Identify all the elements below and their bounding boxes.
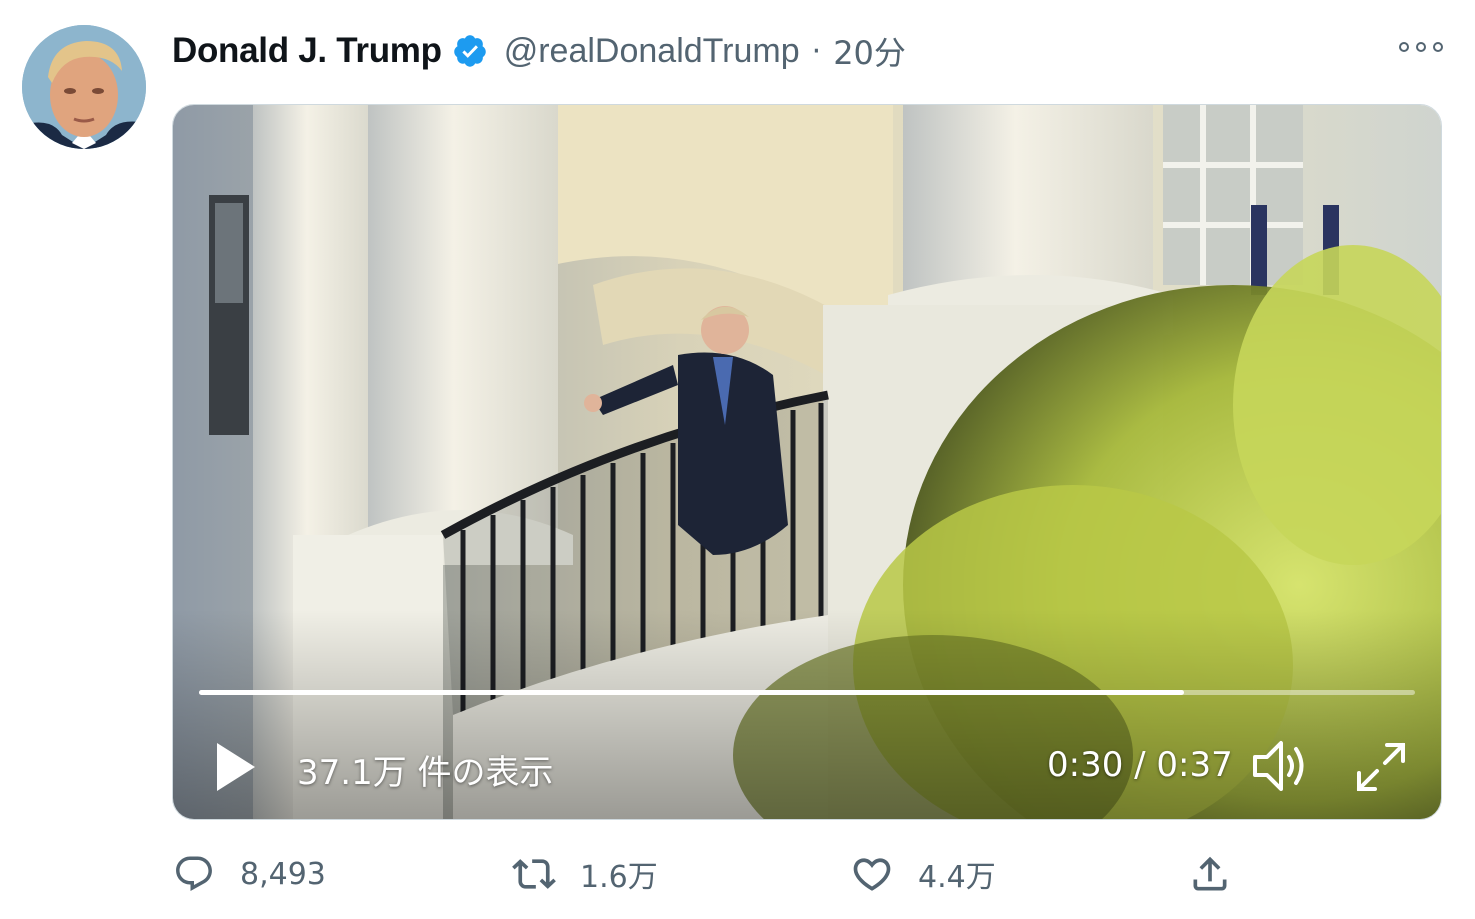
tweet-header: Donald J. Trump @realDonaldTrump · 20分 <box>172 28 906 74</box>
tweet-timestamp[interactable]: 20分 <box>833 28 906 74</box>
play-icon[interactable] <box>213 739 259 795</box>
video-progress-bar[interactable] <box>199 690 1415 695</box>
fullscreen-icon[interactable] <box>1353 739 1409 795</box>
share-button[interactable] <box>1188 846 1232 902</box>
share-icon <box>1188 852 1232 896</box>
reply-button[interactable]: 8,493 <box>172 846 326 902</box>
author-handle[interactable]: @realDonaldTrump <box>504 32 800 71</box>
video-time: 0:30 / 0:37 <box>1047 745 1233 785</box>
avatar-image <box>22 25 146 149</box>
like-count: 4.4万 <box>918 860 996 895</box>
like-button[interactable]: 4.4万 <box>850 846 996 902</box>
volume-icon[interactable] <box>1251 737 1313 795</box>
like-icon <box>850 852 894 896</box>
reply-icon <box>172 852 216 896</box>
video-player[interactable]: 37.1万 件の表示 0:30 / 0:37 <box>172 104 1442 820</box>
retweet-icon <box>512 852 556 896</box>
separator-dot: · <box>811 33 822 69</box>
reply-count: 8,493 <box>240 856 326 892</box>
more-icon[interactable] <box>1399 32 1443 62</box>
author-avatar[interactable] <box>22 25 146 149</box>
view-count: 37.1万 件の表示 <box>297 753 554 793</box>
retweet-button[interactable]: 1.6万 <box>512 846 658 902</box>
verified-badge-icon <box>452 33 488 69</box>
author-name[interactable]: Donald J. Trump <box>172 31 442 71</box>
retweet-count: 1.6万 <box>580 860 658 895</box>
video-progress-fill <box>199 690 1184 695</box>
